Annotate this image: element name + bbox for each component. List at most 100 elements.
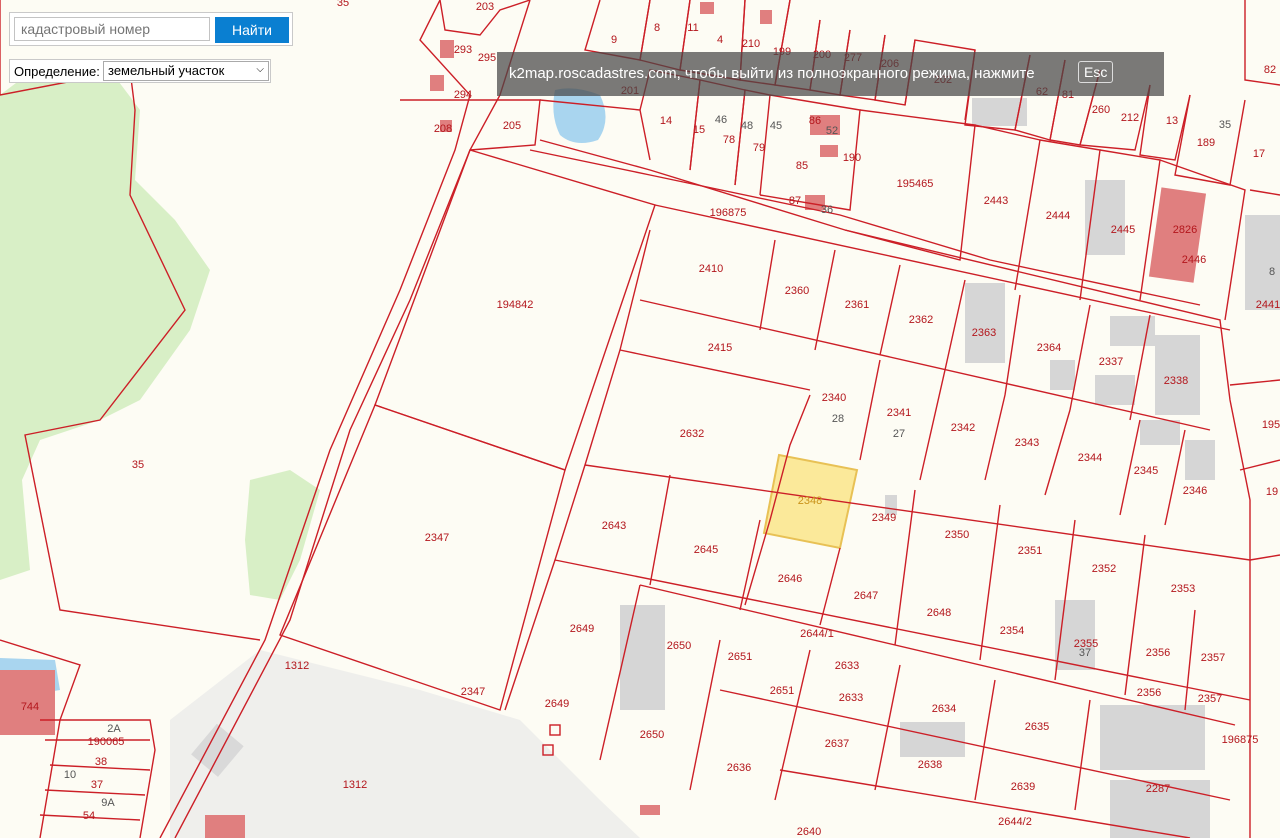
parcel-label[interactable]: 79 — [753, 142, 765, 154]
parcel-label[interactable]: 189 — [1197, 137, 1215, 149]
parcel-label[interactable]: 2446 — [1182, 254, 1206, 266]
parcel-label[interactable]: 2364 — [1037, 342, 1061, 354]
parcel-label[interactable]: 2637 — [825, 738, 849, 750]
parcel-label[interactable]: 2410 — [699, 263, 723, 275]
parcel-label[interactable]: 9 — [611, 34, 617, 46]
parcel-label[interactable]: 190065 — [88, 736, 125, 748]
parcel-label[interactable]: 2647 — [854, 590, 878, 602]
parcel-label[interactable]: 2340 — [822, 392, 846, 404]
cadastral-map[interactable]: 35 203 9 8 11 4 210 199 200 277 206 201 … — [0, 0, 1280, 838]
parcel-label[interactable]: 2648 — [927, 607, 951, 619]
parcel-label[interactable]: 15 — [693, 124, 705, 136]
parcel-label[interactable]: 82 — [1264, 64, 1276, 76]
parcel-label[interactable]: 2640 — [797, 826, 821, 838]
parcel-label[interactable]: 2649 — [570, 623, 594, 635]
parcel-label[interactable]: 11 — [687, 22, 698, 34]
parcel-label[interactable]: 2350 — [945, 529, 969, 541]
parcel-label[interactable]: 2445 — [1111, 224, 1135, 236]
parcel-label[interactable]: 17 — [1253, 148, 1265, 160]
parcel-label[interactable]: 208 — [434, 123, 452, 135]
parcel-label[interactable]: 2353 — [1171, 583, 1195, 595]
parcel-label[interactable]: 2360 — [785, 285, 809, 297]
parcel-label[interactable]: 54 — [83, 810, 95, 822]
parcel-label[interactable]: 295 — [478, 52, 496, 64]
parcel-label[interactable]: 2343 — [1015, 437, 1039, 449]
parcel-label[interactable]: 2287 — [1146, 783, 1170, 795]
search-button[interactable]: Найти — [215, 17, 289, 43]
parcel-label[interactable]: 13 — [1166, 115, 1178, 127]
parcel-label[interactable]: 2363 — [972, 327, 996, 339]
parcel-label[interactable]: 2634 — [932, 703, 956, 715]
parcel-label[interactable]: 2644/1 — [800, 628, 834, 640]
definition-select[interactable]: земельный участок ⌵ — [103, 61, 269, 81]
parcel-label[interactable]: 85 — [796, 160, 808, 172]
parcel-label[interactable]: 2357 — [1201, 652, 1225, 664]
parcel-label[interactable]: 212 — [1121, 112, 1139, 124]
parcel-label[interactable]: 744 — [21, 701, 39, 713]
parcel-label[interactable]: 2650 — [640, 729, 664, 741]
parcel-label[interactable]: 205 — [503, 120, 521, 132]
parcel-label[interactable]: 2356 — [1137, 687, 1161, 699]
parcel-label[interactable]: 2338 — [1164, 375, 1188, 387]
parcel-label[interactable]: 2347 — [461, 686, 485, 698]
parcel-label[interactable]: 1312 — [343, 779, 367, 791]
parcel-label[interactable]: 2354 — [1000, 625, 1024, 637]
parcel-label[interactable]: 203 — [476, 1, 494, 13]
parcel-label[interactable]: 2636 — [727, 762, 751, 774]
parcel-label[interactable]: 2633 — [839, 692, 863, 704]
parcel-label[interactable]: 87 — [789, 195, 801, 207]
parcel-label[interactable]: 2638 — [918, 759, 942, 771]
parcel-label[interactable]: 194842 — [497, 299, 534, 311]
parcel-label[interactable]: 38 — [95, 756, 107, 768]
parcel-label[interactable]: 37 — [91, 779, 103, 791]
parcel-label[interactable]: 2632 — [680, 428, 704, 440]
parcel-label[interactable]: 196875 — [710, 207, 747, 219]
parcel-label[interactable]: 2826 — [1173, 224, 1197, 236]
parcel-label-selected[interactable]: 2348 — [798, 495, 822, 507]
parcel-label[interactable]: 2346 — [1183, 485, 1207, 497]
parcel-label[interactable]: 2352 — [1092, 563, 1116, 575]
cadastral-number-input[interactable] — [14, 17, 210, 41]
parcel-label[interactable]: 14 — [660, 115, 672, 127]
parcel-label[interactable]: 2347 — [425, 532, 449, 544]
parcel-label[interactable]: 2342 — [951, 422, 975, 434]
parcel-label[interactable]: 2344 — [1078, 452, 1102, 464]
parcel-label[interactable]: 294 — [454, 89, 472, 101]
parcel-label[interactable]: 2645 — [694, 544, 718, 556]
parcel-label[interactable]: 35 — [337, 0, 349, 9]
parcel-label[interactable]: 2351 — [1018, 545, 1042, 557]
parcel-label[interactable]: 195465 — [897, 178, 934, 190]
parcel-label[interactable]: 2341 — [887, 407, 911, 419]
parcel-label[interactable]: 2646 — [778, 573, 802, 585]
parcel-label[interactable]: 2643 — [602, 520, 626, 532]
parcel-label[interactable]: 78 — [723, 134, 735, 146]
parcel-label[interactable]: 35 — [132, 459, 144, 471]
parcel-label[interactable]: 1312 — [285, 660, 309, 672]
parcel-label[interactable]: 2639 — [1011, 781, 1035, 793]
parcel-label[interactable]: 4 — [717, 34, 723, 46]
parcel-label[interactable]: 210 — [742, 38, 760, 50]
parcel-label[interactable]: 2362 — [909, 314, 933, 326]
parcel-label[interactable]: 2443 — [984, 195, 1008, 207]
parcel-label[interactable]: 2349 — [872, 512, 896, 524]
parcel-label[interactable]: 2649 — [545, 698, 569, 710]
parcel-label[interactable]: 86 — [809, 115, 821, 127]
parcel-label[interactable]: 195 — [1262, 419, 1280, 431]
parcel-label[interactable]: 196875 — [1222, 734, 1259, 746]
parcel-label[interactable]: 2357 — [1198, 693, 1222, 705]
parcel-label[interactable]: 2635 — [1025, 721, 1049, 733]
parcel-label[interactable]: 8 — [654, 22, 660, 34]
parcel-label[interactable]: 2644/2 — [998, 816, 1032, 828]
parcel-label[interactable]: 190 — [843, 152, 861, 164]
parcel-label[interactable]: 2651 — [770, 685, 794, 697]
parcel-label[interactable]: 19 — [1266, 486, 1278, 498]
parcel-label[interactable]: 2337 — [1099, 356, 1123, 368]
parcel-label[interactable]: 2415 — [708, 342, 732, 354]
parcel-label[interactable]: 2356 — [1146, 647, 1170, 659]
parcel-label[interactable]: 2345 — [1134, 465, 1158, 477]
parcel-label[interactable]: 2444 — [1046, 210, 1070, 222]
parcel-label[interactable]: 2650 — [667, 640, 691, 652]
parcel-label[interactable]: 2633 — [835, 660, 859, 672]
parcel-label[interactable]: 293 — [454, 44, 472, 56]
parcel-label[interactable]: 2361 — [845, 299, 869, 311]
